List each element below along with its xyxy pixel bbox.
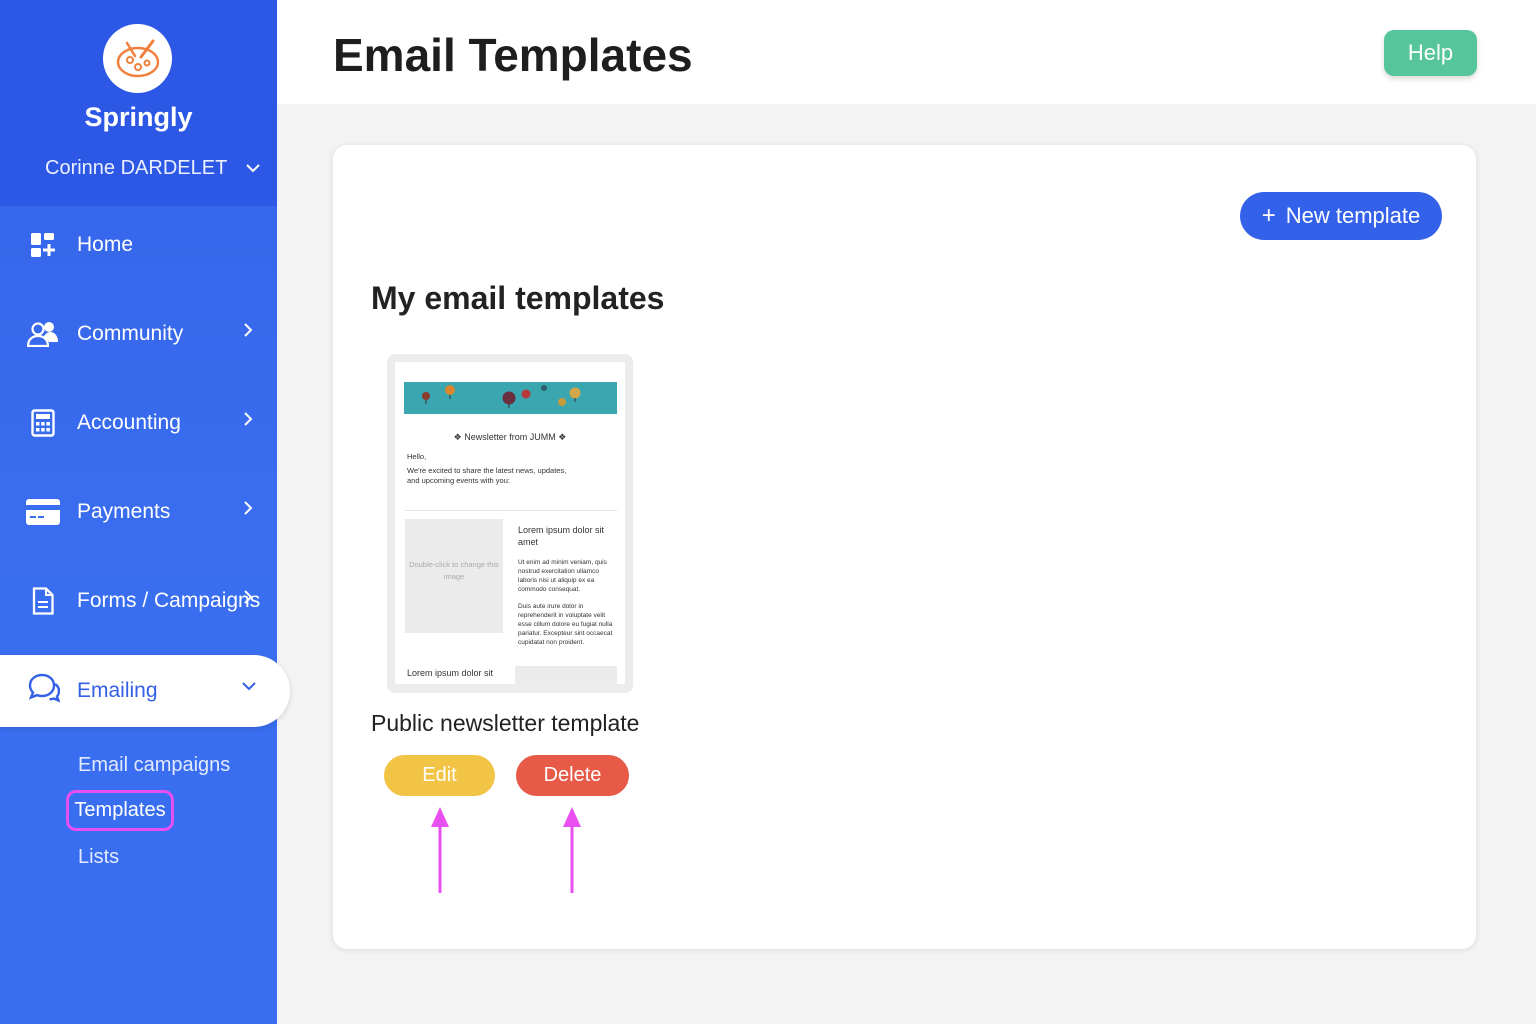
edit-template-button[interactable]: Edit bbox=[384, 755, 495, 796]
brand-name: Springly bbox=[84, 102, 193, 132]
balloon-icon bbox=[422, 385, 581, 408]
dashboard-grid-icon bbox=[26, 228, 60, 262]
arrow-up-icon bbox=[563, 807, 581, 893]
plus-icon: + bbox=[1261, 202, 1276, 229]
preview-image-placeholder: Double-click to change this image bbox=[405, 519, 503, 633]
user-name: Corinne DARDELET bbox=[45, 156, 228, 179]
sidebar-item-label: Forms / Campaigns bbox=[77, 589, 261, 612]
chat-bubbles-icon bbox=[28, 673, 61, 709]
sidebar: Springly Corinne DARDELET Home Community… bbox=[0, 0, 290, 1024]
templates-card: + New template My email templates ❖ News… bbox=[333, 145, 1476, 949]
help-button[interactable]: Help bbox=[1384, 30, 1477, 76]
preview-column-paragraph: Ut enim ad minim veniam, quis nostrud ex… bbox=[518, 559, 607, 593]
delete-template-button[interactable]: Delete bbox=[516, 755, 629, 796]
new-template-button[interactable]: + New template bbox=[1240, 192, 1442, 240]
preview-intro: We're excited to share the latest news, … bbox=[407, 466, 567, 485]
document-icon bbox=[26, 584, 60, 618]
credit-card-icon bbox=[26, 495, 60, 529]
chevron-right-icon bbox=[244, 501, 253, 515]
sidebar-item-forms-campaigns[interactable]: Forms / Campaigns bbox=[0, 573, 277, 629]
subnav-lists[interactable]: Lists bbox=[78, 846, 119, 869]
sidebar-item-label: Emailing bbox=[77, 679, 158, 702]
template-thumbnail[interactable]: ❖ Newsletter from JUMM ❖ Hello, We're ex… bbox=[387, 354, 633, 693]
page-header: Email Templates Help bbox=[277, 0, 1536, 104]
preview-column-paragraph: Duis aute irure dolor in reprehenderit i… bbox=[518, 603, 613, 646]
sidebar-item-label: Home bbox=[77, 233, 134, 256]
sidebar-item-emailing[interactable]: Emailing bbox=[0, 655, 290, 727]
sidebar-item-label: Accounting bbox=[77, 411, 181, 434]
subnav-templates[interactable]: Templates bbox=[66, 790, 174, 831]
chevron-down-icon bbox=[242, 682, 256, 691]
template-preview: ❖ Newsletter from JUMM ❖ Hello, We're ex… bbox=[395, 362, 625, 684]
subnav-email-campaigns[interactable]: Email campaigns bbox=[78, 754, 230, 777]
sidebar-item-label: Community bbox=[77, 322, 184, 345]
preview-greeting: Hello, bbox=[407, 452, 427, 461]
preview-image-placeholder-small bbox=[515, 666, 617, 684]
sidebar-item-home[interactable]: Home bbox=[0, 217, 277, 273]
page-title: Email Templates bbox=[333, 29, 693, 81]
users-icon bbox=[26, 317, 60, 351]
sidebar-item-payments[interactable]: Payments bbox=[0, 484, 277, 540]
sidebar-item-label: Payments bbox=[77, 500, 171, 523]
chevron-down-icon bbox=[246, 163, 260, 172]
user-menu[interactable]: Corinne DARDELET bbox=[45, 154, 260, 182]
preview-footer-title: Lorem ipsum dolor sit bbox=[407, 668, 494, 678]
preview-heading: ❖ Newsletter from JUMM ❖ bbox=[453, 432, 567, 442]
section-title: My email templates bbox=[371, 280, 665, 316]
brand-header: Springly Corinne DARDELET bbox=[0, 0, 277, 206]
chevron-right-icon bbox=[244, 412, 253, 426]
preview-divider bbox=[405, 510, 617, 511]
palette-logo-icon bbox=[103, 24, 172, 93]
arrow-up-icon bbox=[431, 807, 449, 893]
chevron-right-icon bbox=[244, 323, 253, 337]
chevron-right-icon bbox=[244, 590, 253, 604]
balloons-banner-image bbox=[404, 382, 617, 414]
calculator-icon bbox=[26, 406, 60, 440]
sidebar-item-accounting[interactable]: Accounting bbox=[0, 395, 277, 451]
new-template-label: New template bbox=[1285, 203, 1421, 228]
sidebar-item-community[interactable]: Community bbox=[0, 306, 277, 362]
preview-column-title: Lorem ipsum dolor sit amet bbox=[518, 525, 605, 547]
template-name: Public newsletter template bbox=[371, 710, 640, 736]
